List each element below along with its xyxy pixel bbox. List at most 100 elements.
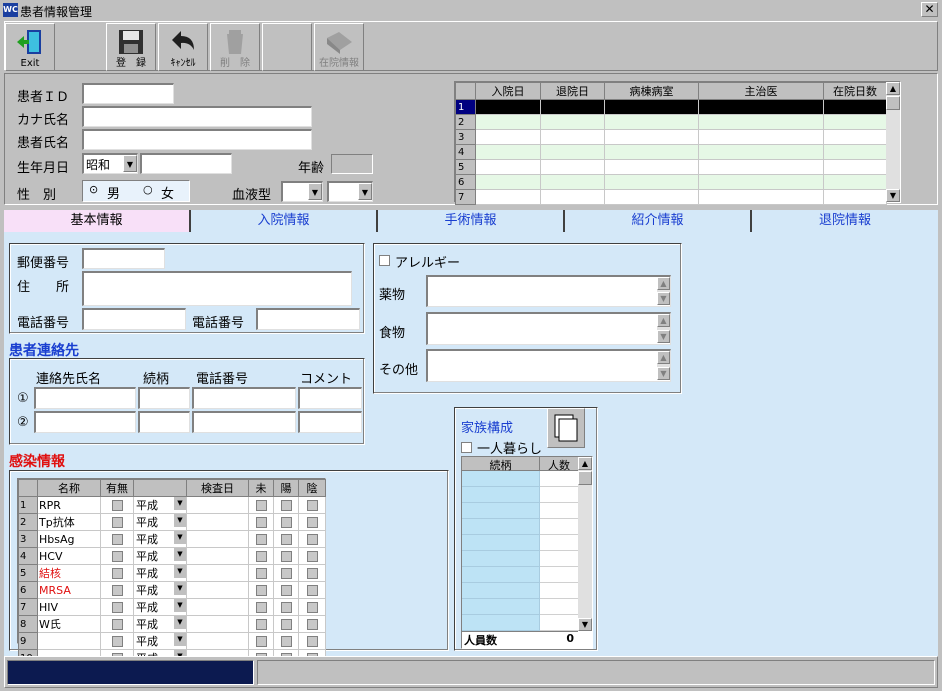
- family-grid-scrollbar[interactable]: ▲ ▼: [578, 457, 592, 631]
- delete-button[interactable]: 削 除: [210, 23, 260, 71]
- infection-row[interactable]: 6 MRSA 平成 ▼: [18, 581, 326, 599]
- admission-row[interactable]: 2: [455, 114, 887, 130]
- infection-test-date[interactable]: [186, 496, 249, 514]
- infection-unknown-cell[interactable]: [248, 496, 274, 514]
- admission-cell[interactable]: [823, 174, 887, 190]
- infection-negative-checkbox[interactable]: [306, 585, 318, 596]
- phone1-input[interactable]: [82, 308, 186, 330]
- infection-positive-cell[interactable]: [273, 513, 299, 531]
- infection-negative-cell[interactable]: [298, 598, 326, 616]
- infection-row[interactable]: 2 Tp抗体 平成 ▼: [18, 513, 326, 531]
- family-relation-cell[interactable]: [462, 599, 540, 615]
- admission-cell[interactable]: [698, 189, 824, 205]
- scroll-thumb[interactable]: [578, 471, 592, 485]
- family-relation-cell[interactable]: [462, 487, 540, 503]
- infection-era-select[interactable]: 平成 ▼: [133, 513, 187, 531]
- scroll-down-icon[interactable]: ▼: [886, 189, 900, 202]
- family-row[interactable]: [462, 487, 578, 503]
- scroll-down-icon[interactable]: ▼: [657, 292, 670, 305]
- contact1-comment-input[interactable]: [298, 387, 362, 409]
- chevron-down-icon[interactable]: ▼: [123, 155, 137, 172]
- family-count-cell[interactable]: [540, 551, 578, 567]
- admission-cell[interactable]: [823, 114, 887, 130]
- infection-test-date[interactable]: [186, 632, 249, 650]
- infection-era-select[interactable]: 平成 ▼: [133, 530, 187, 548]
- infection-present-checkbox[interactable]: [111, 534, 123, 545]
- family-count-cell[interactable]: [540, 535, 578, 551]
- infection-present-cell[interactable]: [100, 496, 134, 514]
- infection-test-date[interactable]: [186, 598, 249, 616]
- tab-referral-info[interactable]: 紹介情報: [565, 210, 752, 232]
- infection-negative-cell[interactable]: [298, 547, 326, 565]
- chevron-down-icon[interactable]: ▼: [174, 565, 186, 578]
- infection-present-checkbox[interactable]: [111, 585, 123, 596]
- family-count-cell[interactable]: [540, 487, 578, 503]
- tab-basic-info[interactable]: 基本情報: [4, 210, 191, 232]
- infection-negative-checkbox[interactable]: [306, 619, 318, 630]
- family-relation-cell[interactable]: [462, 535, 540, 551]
- admission-cell[interactable]: [604, 189, 699, 205]
- infection-negative-checkbox[interactable]: [306, 602, 318, 613]
- infection-negative-checkbox[interactable]: [306, 636, 318, 647]
- admission-cell[interactable]: [604, 129, 699, 145]
- infection-positive-checkbox[interactable]: [280, 500, 292, 511]
- admission-cell[interactable]: [540, 99, 605, 115]
- chevron-down-icon[interactable]: ▼: [174, 599, 186, 612]
- infection-positive-cell[interactable]: [273, 632, 299, 650]
- infection-negative-cell[interactable]: [298, 513, 326, 531]
- era-select[interactable]: 昭和 ▼: [82, 153, 138, 174]
- birthdate-input[interactable]: [140, 153, 232, 174]
- tab-surgery-info[interactable]: 手術情報: [378, 210, 565, 232]
- infection-present-cell[interactable]: [100, 598, 134, 616]
- patient-name-input[interactable]: [82, 129, 312, 150]
- infection-present-cell[interactable]: [100, 547, 134, 565]
- infection-unknown-checkbox[interactable]: [255, 602, 267, 613]
- infection-positive-cell[interactable]: [273, 496, 299, 514]
- infection-unknown-checkbox[interactable]: [255, 568, 267, 579]
- infection-era-select[interactable]: 平成 ▼: [133, 496, 187, 514]
- admission-cell[interactable]: [540, 189, 605, 205]
- living-alone-checkbox[interactable]: [461, 440, 472, 454]
- infection-era-select[interactable]: 平成 ▼: [133, 581, 187, 599]
- family-row[interactable]: [462, 503, 578, 519]
- blood-abo-select[interactable]: ▼: [281, 181, 323, 202]
- infection-present-cell[interactable]: [100, 615, 134, 633]
- scroll-up-icon[interactable]: ▲: [657, 277, 670, 290]
- family-relation-cell[interactable]: [462, 551, 540, 567]
- admission-cell[interactable]: [540, 144, 605, 160]
- patient-id-input[interactable]: [82, 83, 174, 104]
- infection-unknown-checkbox[interactable]: [255, 619, 267, 630]
- family-row[interactable]: [462, 599, 578, 615]
- female-radio[interactable]: ○: [143, 183, 153, 196]
- admission-cell[interactable]: [698, 129, 824, 145]
- admission-cell[interactable]: [475, 129, 541, 145]
- admission-row[interactable]: 6: [455, 174, 887, 190]
- admission-cell[interactable]: [475, 174, 541, 190]
- infection-row[interactable]: 7 HIV 平成 ▼: [18, 598, 326, 616]
- admission-cell[interactable]: [540, 129, 605, 145]
- infection-positive-checkbox[interactable]: [280, 551, 292, 562]
- scroll-down-icon[interactable]: ▼: [578, 618, 592, 631]
- infection-negative-checkbox[interactable]: [306, 534, 318, 545]
- family-count-cell[interactable]: [540, 615, 578, 631]
- infection-present-checkbox[interactable]: [111, 551, 123, 562]
- infection-unknown-checkbox[interactable]: [255, 517, 267, 528]
- infection-positive-cell[interactable]: [273, 598, 299, 616]
- admission-row[interactable]: 3: [455, 129, 887, 145]
- infection-row[interactable]: 9 平成 ▼: [18, 632, 326, 650]
- family-count-cell[interactable]: [540, 503, 578, 519]
- infection-present-cell[interactable]: [100, 513, 134, 531]
- admission-cell[interactable]: [823, 159, 887, 175]
- scroll-down-icon[interactable]: ▼: [657, 367, 670, 380]
- infection-present-cell[interactable]: [100, 632, 134, 650]
- drug-allergy-input[interactable]: ▲ ▼: [426, 275, 671, 307]
- family-count-cell[interactable]: [540, 471, 578, 487]
- chevron-down-icon[interactable]: ▼: [174, 633, 186, 646]
- scroll-down-icon[interactable]: ▼: [657, 330, 670, 343]
- infection-unknown-cell[interactable]: [248, 615, 274, 633]
- infection-unknown-cell[interactable]: [248, 632, 274, 650]
- infection-row[interactable]: 4 HCV 平成 ▼: [18, 547, 326, 565]
- infection-positive-cell[interactable]: [273, 547, 299, 565]
- chevron-down-icon[interactable]: ▼: [174, 497, 186, 510]
- admission-cell[interactable]: [540, 159, 605, 175]
